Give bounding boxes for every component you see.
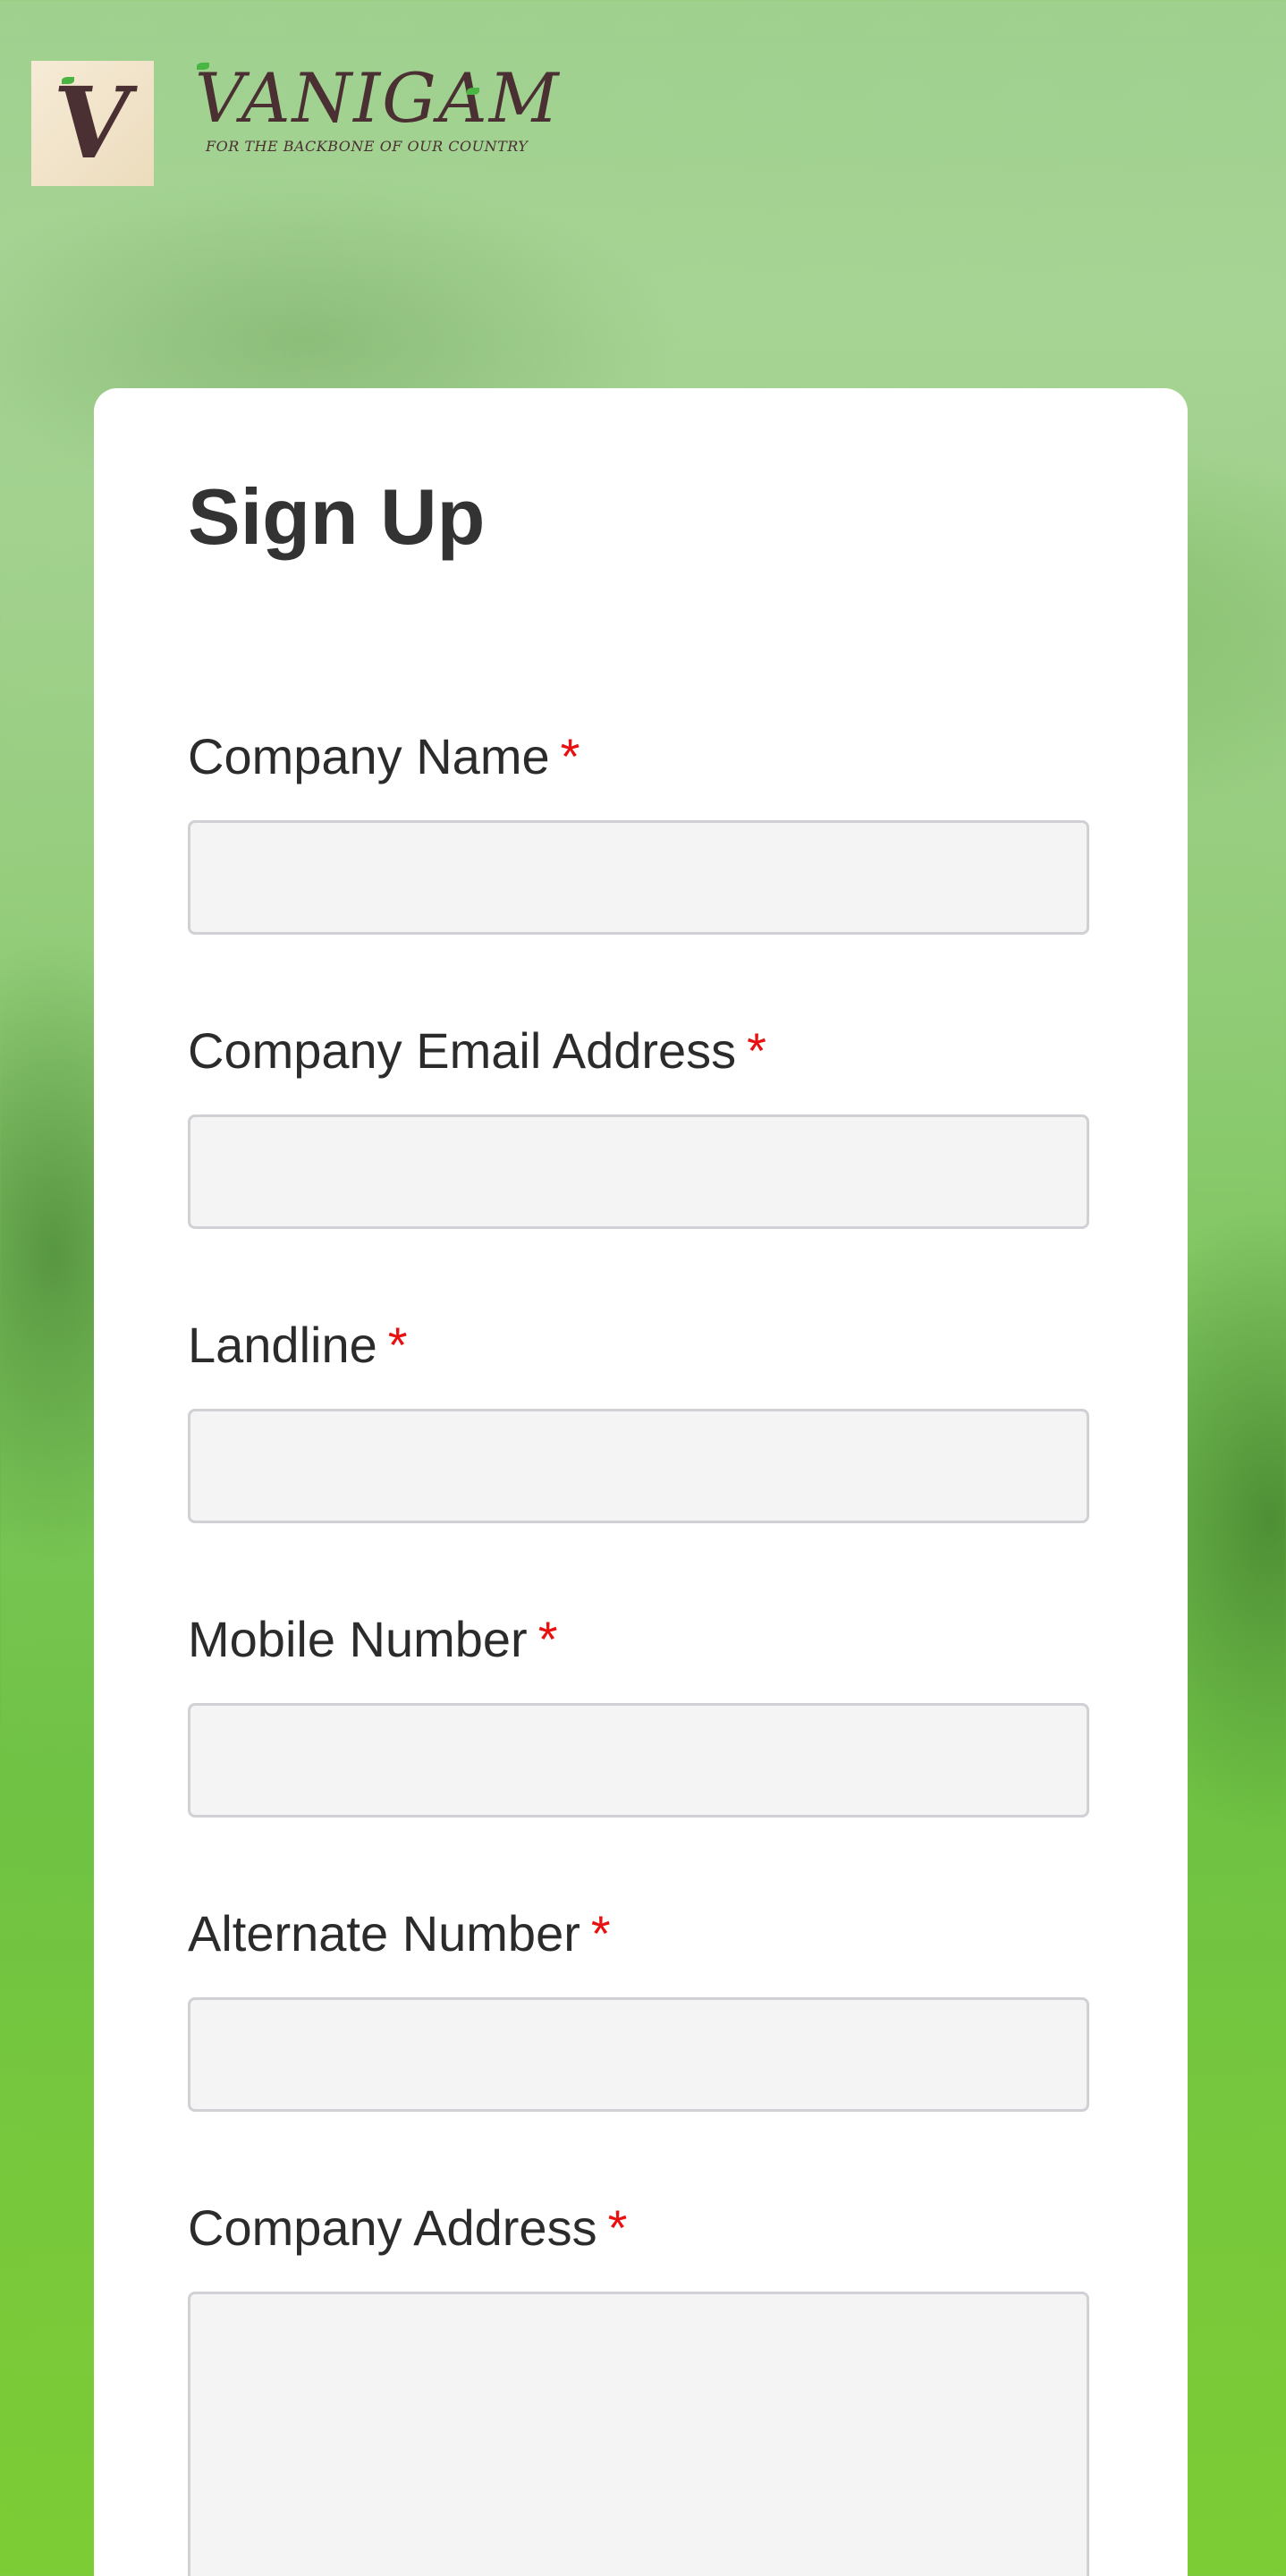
mobile-number-label: Mobile Number * [188,1614,558,1665]
field-label-text: Landline [188,1317,377,1373]
company-address-input[interactable] [188,2292,1089,2576]
company-name-input[interactable] [188,820,1089,935]
required-marker: * [387,1317,408,1373]
field-label-text: Company Address [188,2199,597,2256]
landline-input[interactable] [188,1409,1089,1523]
company-name-label: Company Name * [188,732,580,782]
alternate-number-input[interactable] [188,1997,1089,2112]
required-marker: * [590,1905,611,1962]
mobile-number-input[interactable] [188,1703,1089,1818]
signup-card: Sign Up Company Name * Company Email Addr… [94,388,1188,2576]
required-marker: * [747,1022,766,1079]
logo-icon[interactable]: V [31,61,154,186]
leaf-icon [197,63,209,70]
company-address-label: Company Address * [188,2203,627,2253]
leaf-icon [467,88,479,95]
alternate-number-label: Alternate Number * [188,1909,611,1959]
brand-name: VANIGAM [195,58,561,138]
brand-tagline: FOR THE BACKBONE OF OUR COUNTRY [206,138,529,155]
leaf-icon [62,77,74,84]
required-marker: * [537,1611,558,1667]
company-email-input[interactable] [188,1114,1089,1229]
page-title: Sign Up [188,472,486,561]
field-label-text: Company Name [188,728,550,784]
company-email-label: Company Email Address * [188,1026,766,1076]
field-label-text: Alternate Number [188,1905,580,1962]
brand-wordmark[interactable]: VANIGAM FOR THE BACKBONE OF OUR COUNTRY [195,58,561,155]
logo-letter: V [46,65,140,181]
field-label-text: Mobile Number [188,1611,528,1667]
required-marker: * [560,728,580,784]
required-marker: * [607,2199,628,2256]
landline-label: Landline * [188,1320,408,1370]
field-label-text: Company Email Address [188,1022,737,1079]
